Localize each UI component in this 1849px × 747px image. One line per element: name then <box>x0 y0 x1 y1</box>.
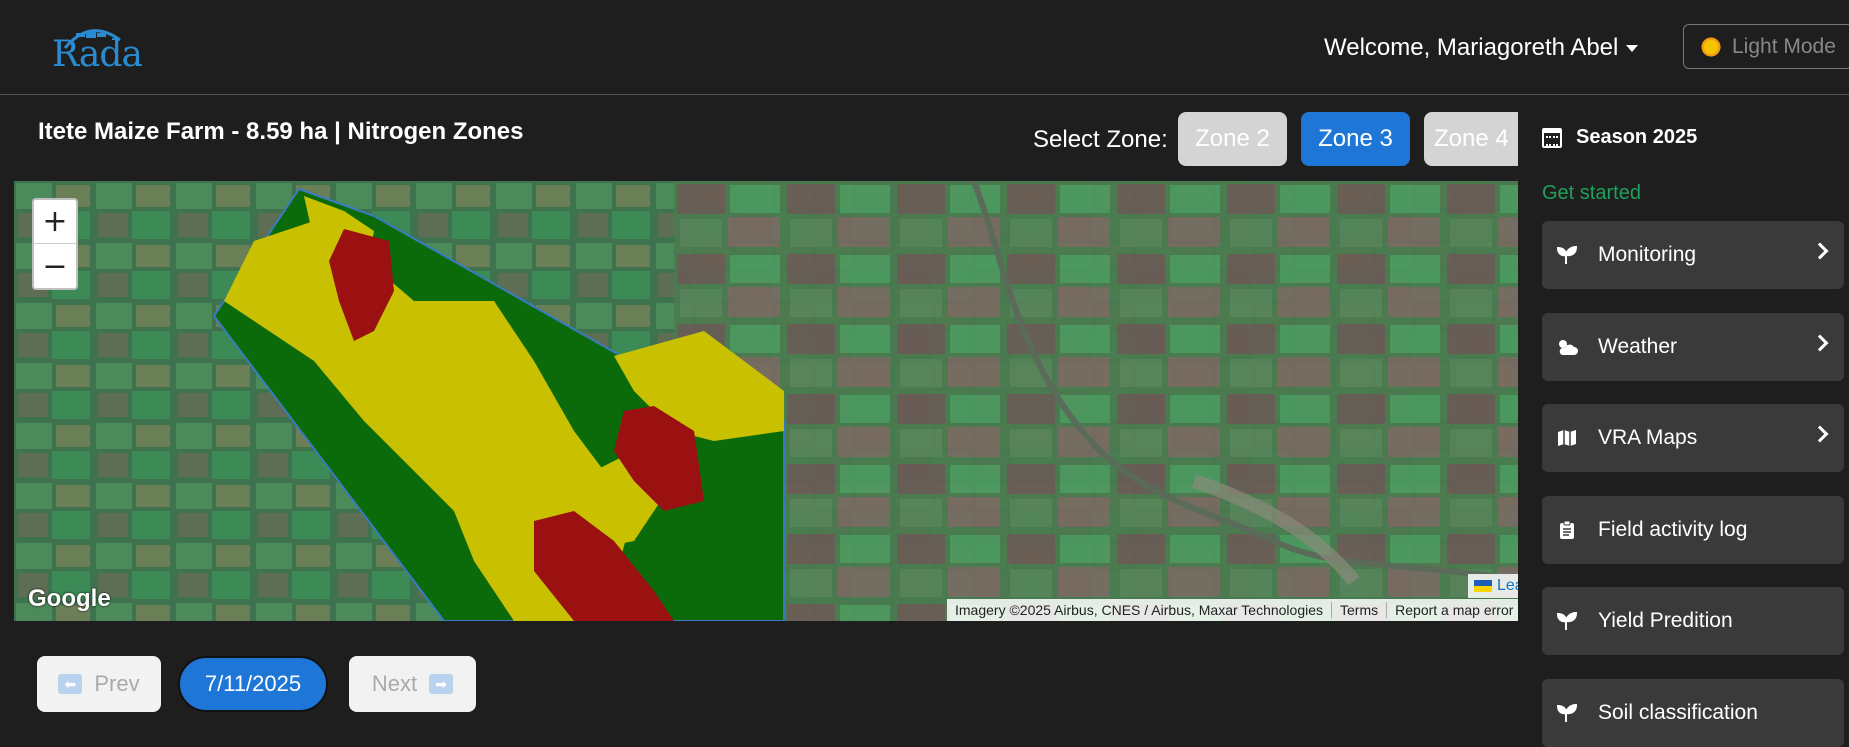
seedling-icon <box>1556 244 1578 266</box>
sidebar-item-vra-maps[interactable]: VRA Maps <box>1542 404 1844 472</box>
leaflet-attribution[interactable]: Leaflet <box>1468 574 1518 598</box>
top-navbar: Rada Welcome, Mariagoreth Abel Light Mod… <box>0 0 1849 95</box>
sidebar-item-label: Monitoring <box>1598 243 1697 266</box>
calendar-icon <box>1542 127 1562 148</box>
select-zone-label: Select Zone: <box>1033 126 1168 153</box>
leaflet-link[interactable]: Leaflet <box>1497 577 1518 595</box>
season-label: Season 2025 <box>1576 126 1698 148</box>
rada-logo[interactable]: Rada <box>50 18 143 80</box>
date-button[interactable]: 7/11/2025 <box>178 656 328 712</box>
next-label: Next <box>371 671 418 696</box>
sidebar-item-label: VRA Maps <box>1598 426 1698 449</box>
logo-text: Rada <box>52 34 143 75</box>
map-icon <box>1556 427 1578 449</box>
imagery-credit: Imagery ©2025 Airbus, CNES / Airbus, Max… <box>955 602 1324 618</box>
chevron-right-icon <box>1811 425 1829 443</box>
season-heading: Season 2025 <box>1542 126 1697 149</box>
user-menu[interactable]: Welcome, Mariagoreth Abel <box>1324 34 1639 62</box>
next-button[interactable]: Next ➡ <box>349 656 476 712</box>
arrow-right-icon: ➡ <box>429 674 454 694</box>
report-map-error-link[interactable]: Report a map error <box>1386 602 1518 618</box>
map-attribution: Imagery ©2025 Airbus, CNES / Airbus, Max… <box>947 599 1518 621</box>
sidebar-item-label: Weather <box>1598 335 1677 358</box>
chevron-right-icon <box>1811 334 1829 352</box>
welcome-text: Welcome, Mariagoreth Abel <box>1324 34 1619 61</box>
ukraine-flag-icon <box>1474 580 1492 592</box>
sidebar-item-weather[interactable]: Weather <box>1542 313 1844 381</box>
satellite-imagery <box>14 181 1518 621</box>
prev-label: Prev <box>94 671 140 696</box>
seedling-icon <box>1556 610 1578 632</box>
clipboard-icon <box>1556 519 1578 541</box>
prev-button[interactable]: ⬅ Prev <box>37 656 161 712</box>
zoom-control: + − <box>32 198 78 290</box>
caret-down-icon <box>1626 45 1639 53</box>
seedling-icon <box>1556 702 1578 724</box>
cloud-sun-icon <box>1556 336 1578 358</box>
get-started-label: Get started <box>1542 182 1641 204</box>
sidebar-item-label: Field activity log <box>1598 518 1748 541</box>
map-view[interactable]: + − Google Leaflet Imagery ©2025 Airbus,… <box>14 181 1518 621</box>
zone-2-button[interactable]: Zone 2 <box>1178 112 1287 166</box>
zone-4-button[interactable]: Zone 4 <box>1424 112 1518 166</box>
chevron-right-icon <box>1811 242 1829 260</box>
sun-icon <box>1700 35 1722 58</box>
sidebar-item-label: Soil classification <box>1598 701 1758 724</box>
terms-link[interactable]: Terms <box>1331 602 1386 618</box>
sidebar-item-label: Yield Predition <box>1598 609 1733 632</box>
sidebar-item-field-activity-log[interactable]: Field activity log <box>1542 496 1844 564</box>
light-mode-button[interactable]: Light Mode <box>1683 24 1849 69</box>
zoom-out-button[interactable]: − <box>34 244 76 288</box>
page-title: Itete Maize Farm - 8.59 ha | Nitrogen Zo… <box>38 118 524 145</box>
main-panel: Itete Maize Farm - 8.59 ha | Nitrogen Zo… <box>12 96 1518 747</box>
arrow-left-icon: ⬅ <box>58 674 83 694</box>
sidebar-item-yield-prediction[interactable]: Yield Predition <box>1542 587 1844 655</box>
google-logo: Google <box>28 585 111 612</box>
zone-3-button[interactable]: Zone 3 <box>1301 112 1410 166</box>
light-mode-label: Light Mode <box>1732 34 1836 58</box>
zoom-in-button[interactable]: + <box>34 200 76 244</box>
sidebar: Season 2025 Get started Monitoring Weath… <box>1518 96 1849 747</box>
sidebar-item-soil-classification[interactable]: Soil classification <box>1542 679 1844 747</box>
sidebar-item-monitoring[interactable]: Monitoring <box>1542 221 1844 289</box>
